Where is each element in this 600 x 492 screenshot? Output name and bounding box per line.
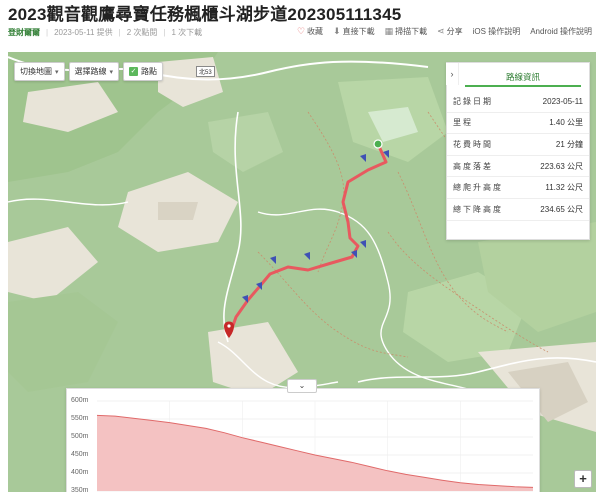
table-row: 高度落差 223.63 公尺 — [447, 155, 589, 178]
action-bar: ♡ 收藏 ⬇ 直接下載 ▦ 掃描下載 ⋖ 分享 iOS 操作說明 Android 操作說… — [297, 26, 592, 37]
y-tick-label: 550m — [71, 415, 89, 422]
y-tick-label: 500m — [71, 433, 89, 440]
checkbox-checked-icon: ✓ — [129, 67, 139, 76]
map-view[interactable]: 北53 切換地圖 ▾ 選擇路線 ▾ ✓ 路點 › 路線資訊 記錄日期 2023-05-1… — [8, 52, 596, 492]
heart-icon: ♡ — [296, 26, 306, 36]
scan-download-button[interactable]: ▦ 掃描下載 — [385, 26, 428, 37]
switch-route-dropdown[interactable]: 選擇路線 ▾ — [68, 62, 120, 81]
share-icon: ⋖ — [437, 26, 445, 36]
date-provided: 2023-05-11 提供 — [54, 28, 113, 37]
y-tick-label: 450m — [71, 451, 89, 458]
table-row: 花費時間 21 分鐘 — [447, 133, 589, 156]
start-pin-icon — [373, 139, 383, 149]
elevation-plot — [97, 400, 533, 492]
table-row: 總下降高度 234.65 公尺 — [447, 198, 589, 221]
end-pin-icon — [224, 321, 234, 338]
android-guide-link[interactable]: Android 操作說明 — [530, 26, 592, 37]
y-tick-label: 400m — [71, 469, 89, 476]
separator: | — [118, 28, 121, 37]
map-controls: 切換地圖 ▾ 選擇路線 ▾ ✓ 路點 — [14, 62, 164, 81]
elevation-chart: ⌄ 600m 550m 500m 450m 400m 350m — [66, 379, 540, 492]
y-tick-label: 600m — [71, 397, 89, 404]
qrcode-icon: ▦ — [384, 26, 394, 36]
waypoint-flag-icon — [242, 150, 389, 303]
zoom-in-button[interactable]: + — [574, 470, 592, 488]
meta-bar: 登財爾爾 | 2023-05-11 提供 | 2 次點閱 | 1 次下載 — [8, 27, 202, 38]
y-tick-label: 350m — [71, 487, 89, 492]
table-row: 總爬升高度 11.32 公尺 — [447, 176, 589, 199]
download-count: 1 次下載 — [171, 28, 203, 37]
collapse-panel-button[interactable]: › — [446, 63, 459, 85]
route-info-panel: › 路線資訊 記錄日期 2023-05-11 里程 1.40 公里 花費時間 21 分… — [446, 62, 590, 240]
switch-map-dropdown[interactable]: 切換地圖 ▾ — [14, 62, 65, 81]
page-title: 2023觀音觀鷹尋寶任務楓櫃斗湖步道202305111345 — [8, 5, 402, 24]
tab-route-info[interactable]: 路線資訊 — [465, 69, 581, 87]
download-icon: ⬇ — [333, 26, 341, 36]
author-link[interactable]: 登財爾爾 — [8, 27, 40, 38]
share-button[interactable]: ⋖ 分享 — [437, 26, 463, 37]
table-row: 記錄日期 2023-05-11 — [447, 91, 589, 113]
route-info-table: 記錄日期 2023-05-11 里程 1.40 公里 花費時間 21 分鐘 高度落差 2… — [447, 91, 589, 221]
chevron-down-icon: ▾ — [109, 68, 114, 76]
separator: | — [163, 28, 166, 37]
ios-guide-link[interactable]: iOS 操作說明 — [473, 26, 521, 37]
table-row: 里程 1.40 公里 — [447, 112, 589, 135]
chevron-down-icon: ▾ — [55, 68, 59, 76]
waypoints-toggle[interactable]: ✓ 路點 — [123, 62, 164, 81]
separator: | — [46, 28, 49, 37]
favorite-button[interactable]: ♡ 收藏 — [297, 26, 323, 37]
direct-download-button[interactable]: ⬇ 直接下載 — [333, 26, 375, 37]
view-count: 2 次點閱 — [126, 28, 158, 37]
